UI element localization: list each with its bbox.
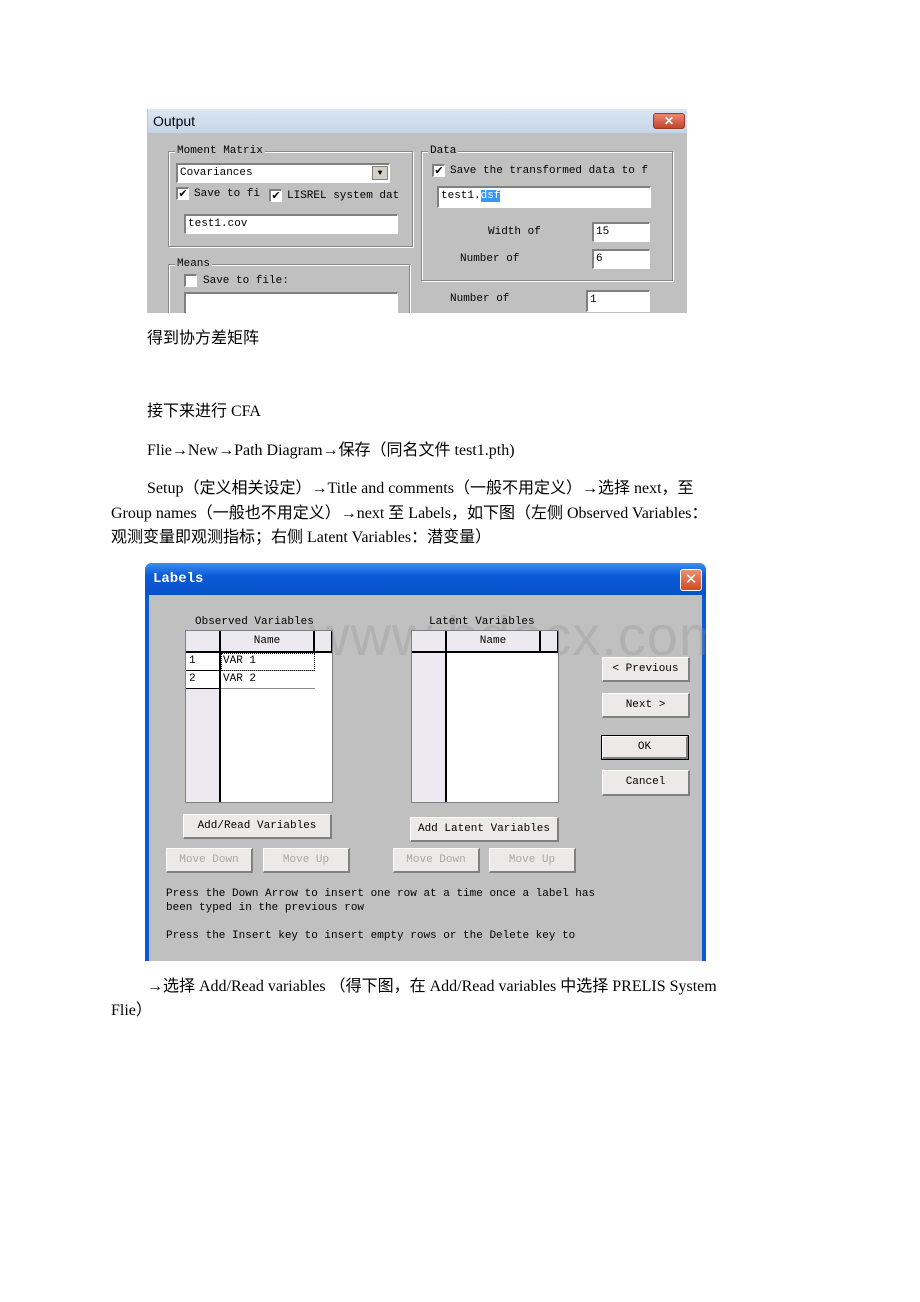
paragraph-setup-line2: Group names（一般也不用定义）→next 至 Labels，如下图（左…: [111, 505, 708, 522]
paragraph-setup-line3: 观测变量即观测指标；右侧 Latent Variables：潜变量）: [111, 529, 492, 546]
chevron-down-icon[interactable]: ▼: [372, 166, 388, 180]
latent-name-column-header[interactable]: Name: [447, 631, 541, 653]
ok-button[interactable]: OK: [601, 735, 689, 760]
width-label: Width of: [488, 226, 541, 238]
add-read-variables-button[interactable]: Add/Read Variables: [183, 814, 332, 839]
save-transformed-label: Save the transformed data to f: [450, 165, 649, 177]
save-means-label: Save to file:: [203, 275, 289, 287]
labels-dialog-title: Labels: [153, 571, 204, 587]
save-transformed-checkbox[interactable]: ✔: [432, 164, 445, 177]
moment-matrix-group-label: Moment Matrix: [175, 144, 265, 158]
observed-name-column-header[interactable]: Name: [221, 631, 315, 653]
observed-variables-grid: Name 1 VAR 1 2 VAR 2: [185, 630, 333, 803]
means-filename-input[interactable]: [184, 292, 398, 313]
paragraph-covariance-result: 得到协方差矩阵: [147, 330, 260, 347]
save-cov-checkbox[interactable]: ✔: [176, 187, 189, 200]
width-input[interactable]: 15: [592, 222, 650, 242]
number-of-label: Number of: [450, 293, 510, 305]
grid-extra-header: [541, 631, 558, 653]
paragraph-cfa-intro: 接下来进行 CFA: [147, 403, 261, 420]
grid-extra-header: [315, 631, 332, 653]
paragraph-file-new: Flie→New→Path Diagram→保存（同名文件 test1.pth): [147, 442, 515, 459]
filename-selected-text: dsf: [480, 190, 501, 202]
latent-move-down-button[interactable]: Move Down: [393, 848, 480, 873]
close-icon[interactable]: ✕: [680, 569, 702, 591]
output-dialog-title: Output: [153, 113, 196, 129]
next-button[interactable]: Next >: [602, 693, 690, 718]
row-number: 1: [186, 653, 221, 671]
observed-move-down-button[interactable]: Move Down: [166, 848, 253, 873]
moment-matrix-type-value: Covariances: [180, 167, 253, 179]
means-group-label: Means: [175, 257, 213, 271]
observed-move-up-button[interactable]: Move Up: [263, 848, 350, 873]
number-label: Number of: [460, 253, 520, 265]
variable-name-cell[interactable]: VAR 2: [221, 671, 315, 689]
moment-matrix-group: Moment Matrix Covariances ▼ ✔ Save to fi…: [168, 144, 413, 247]
cov-filename-input[interactable]: test1.cov: [184, 214, 398, 234]
add-latent-variables-button[interactable]: Add Latent Variables: [410, 817, 559, 842]
output-dialog-titlebar: Output ✕: [148, 109, 687, 133]
output-dialog: Output ✕ Moment Matrix Covariances ▼ ✔ S…: [147, 109, 687, 313]
labels-dialog-body: www.bdocx.com Observed Variables Name 1 …: [149, 595, 706, 961]
row-header-column: [412, 653, 447, 802]
paragraph-add-read-line1: →选择 Add/Read variables （得下图，在 Add/Read v…: [147, 978, 717, 995]
data-group: Data ✔ Save the transformed data to f te…: [421, 144, 673, 281]
help-text-line1: Press the Down Arrow to insert one row a…: [166, 888, 596, 900]
save-means-checkbox[interactable]: [184, 274, 197, 287]
filename-prefix: test1.: [441, 190, 481, 202]
help-text-line3: Press the Insert key to insert empty row…: [166, 930, 576, 942]
save-cov-label: Save to fi: [194, 188, 261, 200]
grid-corner: [412, 631, 447, 653]
lisrel-system-data-label: LISREL system dat: [287, 190, 400, 202]
moment-matrix-type-select[interactable]: Covariances ▼: [176, 163, 390, 183]
latent-variables-grid: Name: [411, 630, 559, 803]
data-group-label: Data: [428, 144, 459, 158]
previous-button[interactable]: < Previous: [602, 657, 690, 682]
variable-name-cell[interactable]: VAR 1: [221, 653, 315, 671]
table-row[interactable]: 1 VAR 1: [186, 653, 315, 671]
row-number: 2: [186, 671, 221, 689]
labels-dialog: Labels ✕ www.bdocx.com Observed Variable…: [145, 563, 706, 961]
paragraph-add-read-line2: Flie）: [111, 1002, 152, 1019]
observed-variables-heading: Observed Variables: [195, 616, 314, 628]
paragraph-setup-line1: Setup（定义相关设定）→Title and comments（一般不用定义）…: [147, 480, 694, 497]
number-input[interactable]: 6: [592, 249, 650, 269]
lisrel-system-data-checkbox[interactable]: ✔: [269, 189, 282, 202]
grid-corner: [186, 631, 221, 653]
help-text-line2: been typed in the previous row: [166, 902, 365, 914]
latent-variables-heading: Latent Variables: [429, 616, 535, 628]
close-icon[interactable]: ✕: [653, 113, 685, 129]
means-group: Means Save to file:: [168, 257, 410, 313]
cancel-button[interactable]: Cancel: [602, 770, 690, 796]
table-row[interactable]: 2 VAR 2: [186, 671, 315, 689]
number-of-input[interactable]: 1: [586, 290, 650, 312]
transformed-filename-input[interactable]: test1.dsf: [437, 186, 651, 208]
labels-dialog-titlebar: Labels ✕: [145, 563, 706, 595]
latent-move-up-button[interactable]: Move Up: [489, 848, 576, 873]
